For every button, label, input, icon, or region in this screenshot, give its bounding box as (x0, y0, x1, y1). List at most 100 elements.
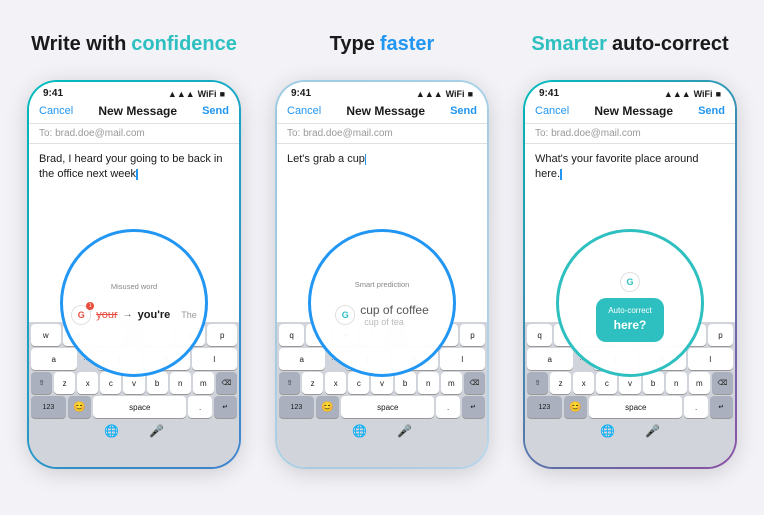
key-z3[interactable]: z (550, 372, 571, 394)
mic-icon-1[interactable]: 🎤 (149, 424, 164, 438)
key-space-1[interactable]: space (93, 396, 186, 418)
status-icons-3: ▲▲▲ WiFi ■ (664, 89, 721, 99)
key-return-3[interactable]: ↵ (710, 396, 733, 418)
keyboard-wrap-2: Smart prediction G cup of coffee cup of … (277, 277, 487, 467)
cancel-btn-1[interactable]: Cancel (39, 105, 73, 117)
mic-icon-3[interactable]: 🎤 (645, 424, 660, 438)
status-icons-1: ▲▲▲ WiFi ■ (168, 89, 225, 99)
key-a3[interactable]: a (527, 348, 573, 370)
nav-bar-1: Cancel New Message Send (29, 101, 239, 124)
key-shift-3[interactable]: ⇧ (527, 372, 548, 394)
key-n2[interactable]: n (418, 372, 439, 394)
key-nums-3[interactable]: 123 (527, 396, 562, 418)
key-x2[interactable]: x (325, 372, 346, 394)
key-m3[interactable]: m (689, 372, 710, 394)
phone-1: 9:41 ▲▲▲ WiFi ■ Cancel New Message Send … (29, 82, 239, 467)
key-n1[interactable]: n (170, 372, 191, 394)
key-m2[interactable]: m (441, 372, 462, 394)
arrow-1: → (123, 309, 133, 320)
key-n3[interactable]: n (666, 372, 687, 394)
to-field-3: To: brad.doe@mail.com (525, 124, 735, 144)
wifi-icon-1: WiFi (198, 89, 217, 99)
key-period-3[interactable]: . (684, 396, 707, 418)
autocorrect-bubble: Auto-correct here? (596, 298, 664, 342)
key-p[interactable]: p (207, 324, 237, 346)
nav-bar-2: Cancel New Message Send (277, 101, 487, 124)
key-w[interactable]: w (31, 324, 61, 346)
globe-icon-3[interactable]: 🌐 (600, 424, 615, 438)
circle-label-2: Smart prediction (355, 280, 410, 289)
cancel-btn-3[interactable]: Cancel (535, 105, 569, 117)
badge-1: 1 (86, 302, 94, 310)
cursor-2 (365, 154, 367, 165)
nav-title-3: New Message (594, 104, 673, 118)
key-shift-2[interactable]: ⇧ (279, 372, 300, 394)
globe-icon-1[interactable]: 🌐 (104, 424, 119, 438)
key-m1[interactable]: m (193, 372, 214, 394)
correction-row-1: your → you're The (96, 309, 197, 321)
battery-icon-2: ■ (468, 89, 473, 99)
phone-2: 9:41 ▲▲▲ WiFi ■ Cancel New Message Send … (277, 82, 487, 467)
time-2: 9:41 (291, 88, 311, 99)
right-word-1: you're (138, 309, 171, 321)
key-row-2d: 123 😊 space . ↵ (279, 396, 485, 418)
send-btn-1[interactable]: Send (202, 105, 229, 117)
globe-icon-2[interactable]: 🌐 (352, 424, 367, 438)
key-q3[interactable]: q (527, 324, 552, 346)
panel-title-3: Smarter auto-correct (531, 18, 728, 70)
key-del-3[interactable]: ⌫ (712, 372, 733, 394)
key-return-2[interactable]: ↵ (462, 396, 485, 418)
key-z2[interactable]: z (302, 372, 323, 394)
phone-wrapper-1: 9:41 ▲▲▲ WiFi ■ Cancel New Message Send … (27, 80, 241, 469)
signal-icon-1: ▲▲▲ (168, 89, 195, 99)
send-btn-2[interactable]: Send (450, 105, 477, 117)
to-field-1: To: brad.doe@mail.com (29, 124, 239, 144)
grammarly-wrap-2: G (335, 305, 355, 325)
key-z1[interactable]: z (54, 372, 75, 394)
panel-title-1: Write with confidence (31, 18, 237, 70)
key-period-2[interactable]: . (436, 396, 459, 418)
battery-icon-3: ■ (716, 89, 721, 99)
key-row-3d: 123 😊 space . ↵ (527, 396, 733, 418)
cancel-btn-2[interactable]: Cancel (287, 105, 321, 117)
title-accent-2: faster (380, 32, 434, 56)
key-a2[interactable]: a (279, 348, 325, 370)
key-emoji-3[interactable]: 😊 (564, 396, 587, 418)
key-return-1[interactable]: ↵ (214, 396, 237, 418)
smart-prediction-main: cup of coffee (360, 303, 429, 317)
key-l3[interactable]: l (688, 348, 734, 370)
key-q2[interactable]: q (279, 324, 304, 346)
time-3: 9:41 (539, 88, 559, 99)
key-l[interactable]: l (192, 348, 238, 370)
key-p2[interactable]: p (460, 324, 485, 346)
key-shift-1[interactable]: ⇧ (31, 372, 52, 394)
key-x3[interactable]: x (573, 372, 594, 394)
key-a1[interactable]: a (31, 348, 77, 370)
wrong-word-1: your (96, 309, 117, 321)
grammarly-icon-3: G (620, 272, 640, 292)
title-accent-1: confidence (131, 32, 237, 56)
key-l2[interactable]: l (440, 348, 486, 370)
circle-overlay-1: Misused word G 1 your → you're The (60, 229, 208, 377)
key-x1[interactable]: x (77, 372, 98, 394)
key-period-1[interactable]: . (188, 396, 211, 418)
key-space-3[interactable]: space (589, 396, 682, 418)
battery-icon-1: ■ (220, 89, 225, 99)
key-del-2[interactable]: ⌫ (464, 372, 485, 394)
key-emoji-2[interactable]: 😊 (316, 396, 339, 418)
key-del-1[interactable]: ⌫ (216, 372, 237, 394)
key-emoji-1[interactable]: 😊 (68, 396, 91, 418)
panel-faster: Type faster 9:41 ▲▲▲ WiFi ■ Cancel New M… (263, 18, 501, 469)
send-btn-3[interactable]: Send (698, 105, 725, 117)
key-space-2[interactable]: space (341, 396, 434, 418)
key-p3[interactable]: p (708, 324, 733, 346)
key-nums-1[interactable]: 123 (31, 396, 66, 418)
grammarly-wrap-3: G (620, 272, 640, 292)
key-nums-2[interactable]: 123 (279, 396, 314, 418)
autocorrect-word: here? (608, 318, 652, 334)
title-plain-2: Type (330, 32, 375, 56)
wifi-icon-3: WiFi (694, 89, 713, 99)
keyboard-wrap-1: Misused word G 1 your → you're The (29, 277, 239, 467)
wifi-icon-2: WiFi (446, 89, 465, 99)
mic-icon-2[interactable]: 🎤 (397, 424, 412, 438)
